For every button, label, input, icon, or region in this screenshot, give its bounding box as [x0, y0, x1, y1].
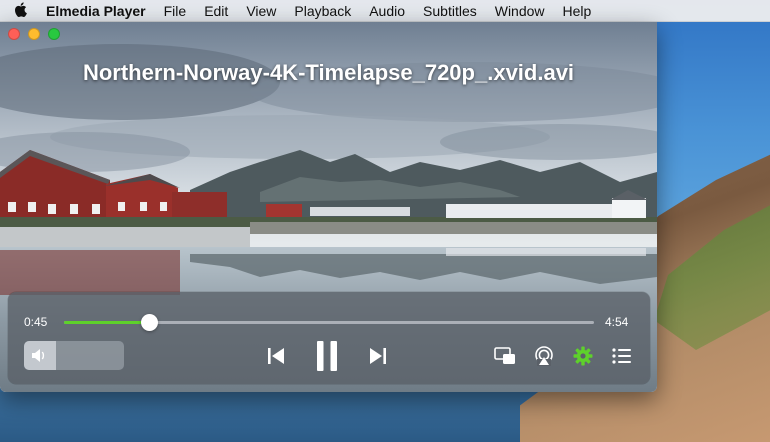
settings-button[interactable] [571, 344, 595, 368]
menu-subtitles[interactable]: Subtitles [414, 3, 486, 19]
menu-window[interactable]: Window [486, 3, 554, 19]
video-title: Northern-Norway-4K-Timelapse_720p_.xvid.… [82, 60, 575, 85]
desktop-wallpaper-sea [0, 392, 520, 442]
airplay-icon [535, 346, 553, 366]
seek-bar-progress [64, 321, 150, 324]
picture-in-picture-icon [494, 347, 515, 364]
gear-icon [573, 346, 593, 366]
apple-logo-icon[interactable] [0, 2, 40, 19]
skip-next-icon [370, 348, 386, 364]
playback-control-bar: 0:45 4:54 [8, 292, 650, 384]
seek-bar-handle[interactable] [141, 314, 159, 331]
window-controls [8, 28, 60, 40]
close-button[interactable] [8, 28, 20, 40]
minimize-button[interactable] [28, 28, 40, 40]
menu-help[interactable]: Help [554, 3, 601, 19]
zoom-button[interactable] [48, 28, 60, 40]
volume-slider[interactable] [24, 341, 124, 370]
current-time: 0:45 [24, 315, 48, 329]
menu-bar: Elmedia Player File Edit View Playback A… [0, 0, 770, 22]
player-window: Northern-Norway-4K-Timelapse_720p_.xvid.… [0, 22, 657, 392]
picture-in-picture-button[interactable] [493, 345, 517, 367]
menu-audio[interactable]: Audio [360, 3, 414, 19]
menu-view[interactable]: View [237, 3, 285, 19]
next-button[interactable] [366, 345, 390, 367]
skip-previous-icon [268, 348, 284, 364]
menu-edit[interactable]: Edit [195, 3, 237, 19]
menu-app-name[interactable]: Elmedia Player [40, 3, 155, 19]
previous-button[interactable] [264, 345, 288, 367]
speaker-icon [32, 349, 45, 362]
seek-bar[interactable] [64, 314, 594, 331]
pause-icon [317, 341, 337, 371]
pause-button[interactable] [314, 339, 340, 373]
menu-file[interactable]: File [155, 3, 196, 19]
duration-time: 4:54 [605, 315, 629, 329]
playlist-icon [612, 348, 631, 364]
airplay-button[interactable] [532, 344, 556, 368]
playlist-button[interactable] [610, 344, 634, 368]
menu-playback[interactable]: Playback [285, 3, 360, 19]
